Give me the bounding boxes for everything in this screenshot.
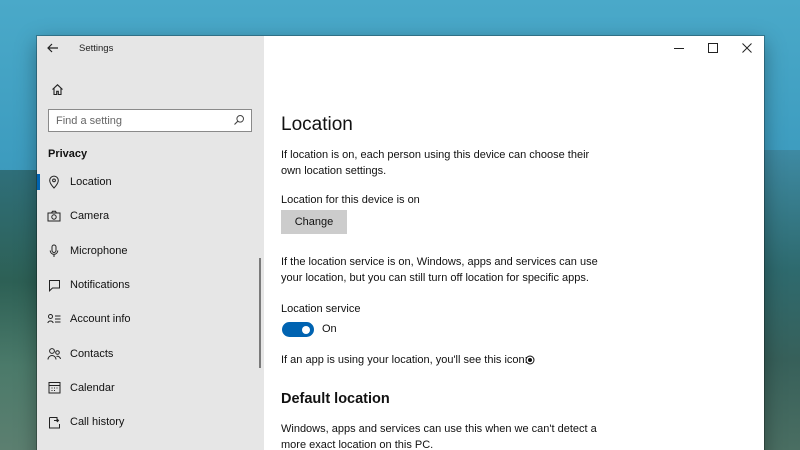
sidebar-item-camera[interactable]: Camera	[37, 199, 264, 233]
main-content: Location If location is on, each person …	[281, 36, 751, 450]
account-info-icon	[47, 312, 61, 326]
toggle-knob	[302, 325, 310, 334]
title-bar: Settings	[37, 36, 264, 60]
desktop-background-left	[0, 170, 38, 450]
back-button[interactable]	[37, 36, 69, 60]
desktop-background-right	[764, 150, 800, 450]
sidebar-section-privacy: Privacy	[48, 148, 88, 160]
window-title: Settings	[79, 42, 114, 54]
location-indicator-text: If an app is using your location, you'll…	[281, 354, 528, 366]
microphone-icon	[47, 244, 61, 258]
location-service-description: If the location service is on, Windows, …	[281, 256, 598, 284]
sidebar-item-label: Contacts	[70, 347, 114, 360]
sidebar-item-label: Call history	[70, 416, 125, 429]
call-history-icon	[47, 415, 61, 429]
sidebar-item-call-history[interactable]: Call history	[37, 405, 264, 439]
page-title: Location	[281, 114, 353, 135]
sidebar-item-location[interactable]: Location	[37, 165, 264, 199]
contacts-icon	[47, 347, 61, 361]
sidebar-nav: Location Camera Microphone Notifications	[37, 165, 264, 439]
notifications-icon	[47, 278, 61, 292]
search-box[interactable]	[48, 109, 252, 132]
change-button[interactable]: Change	[281, 210, 347, 234]
intro-text: If location is on, each person using thi…	[281, 149, 590, 177]
sidebar-item-calendar[interactable]: Calendar	[37, 371, 264, 405]
search-icon[interactable]	[233, 114, 245, 126]
settings-window: Settings Privacy Location	[37, 36, 764, 450]
device-location-status: Location for this device is on	[281, 194, 420, 206]
calendar-icon	[47, 381, 61, 395]
location-service-label: Location service	[281, 303, 361, 315]
sidebar-item-contacts[interactable]: Contacts	[37, 336, 264, 370]
location-service-toggle[interactable]	[282, 322, 314, 337]
camera-icon	[47, 209, 61, 223]
search-input[interactable]	[56, 114, 226, 127]
sidebar-item-label: Notifications	[70, 279, 130, 292]
default-location-heading: Default location	[281, 391, 390, 407]
sidebar-item-label: Calendar	[70, 381, 115, 394]
sidebar-item-label: Microphone	[70, 244, 128, 257]
location-in-use-icon	[525, 355, 535, 365]
sidebar-item-label: Account info	[70, 313, 131, 326]
back-arrow-icon	[47, 43, 58, 53]
home-button[interactable]	[48, 80, 66, 98]
sidebar-item-microphone[interactable]: Microphone	[37, 234, 264, 268]
sidebar-scrollbar[interactable]	[259, 258, 261, 368]
sidebar-item-notifications[interactable]: Notifications	[37, 268, 264, 302]
location-icon	[47, 175, 61, 189]
sidebar-item-label: Camera	[70, 210, 110, 223]
sidebar-item-account-info[interactable]: Account info	[37, 302, 264, 336]
toggle-state-label: On	[322, 323, 337, 335]
sidebar: Settings Privacy Location	[37, 36, 264, 450]
default-location-description: Windows, apps and services can use this …	[281, 423, 597, 450]
home-icon	[51, 83, 63, 95]
sidebar-item-label: Location	[70, 176, 112, 189]
